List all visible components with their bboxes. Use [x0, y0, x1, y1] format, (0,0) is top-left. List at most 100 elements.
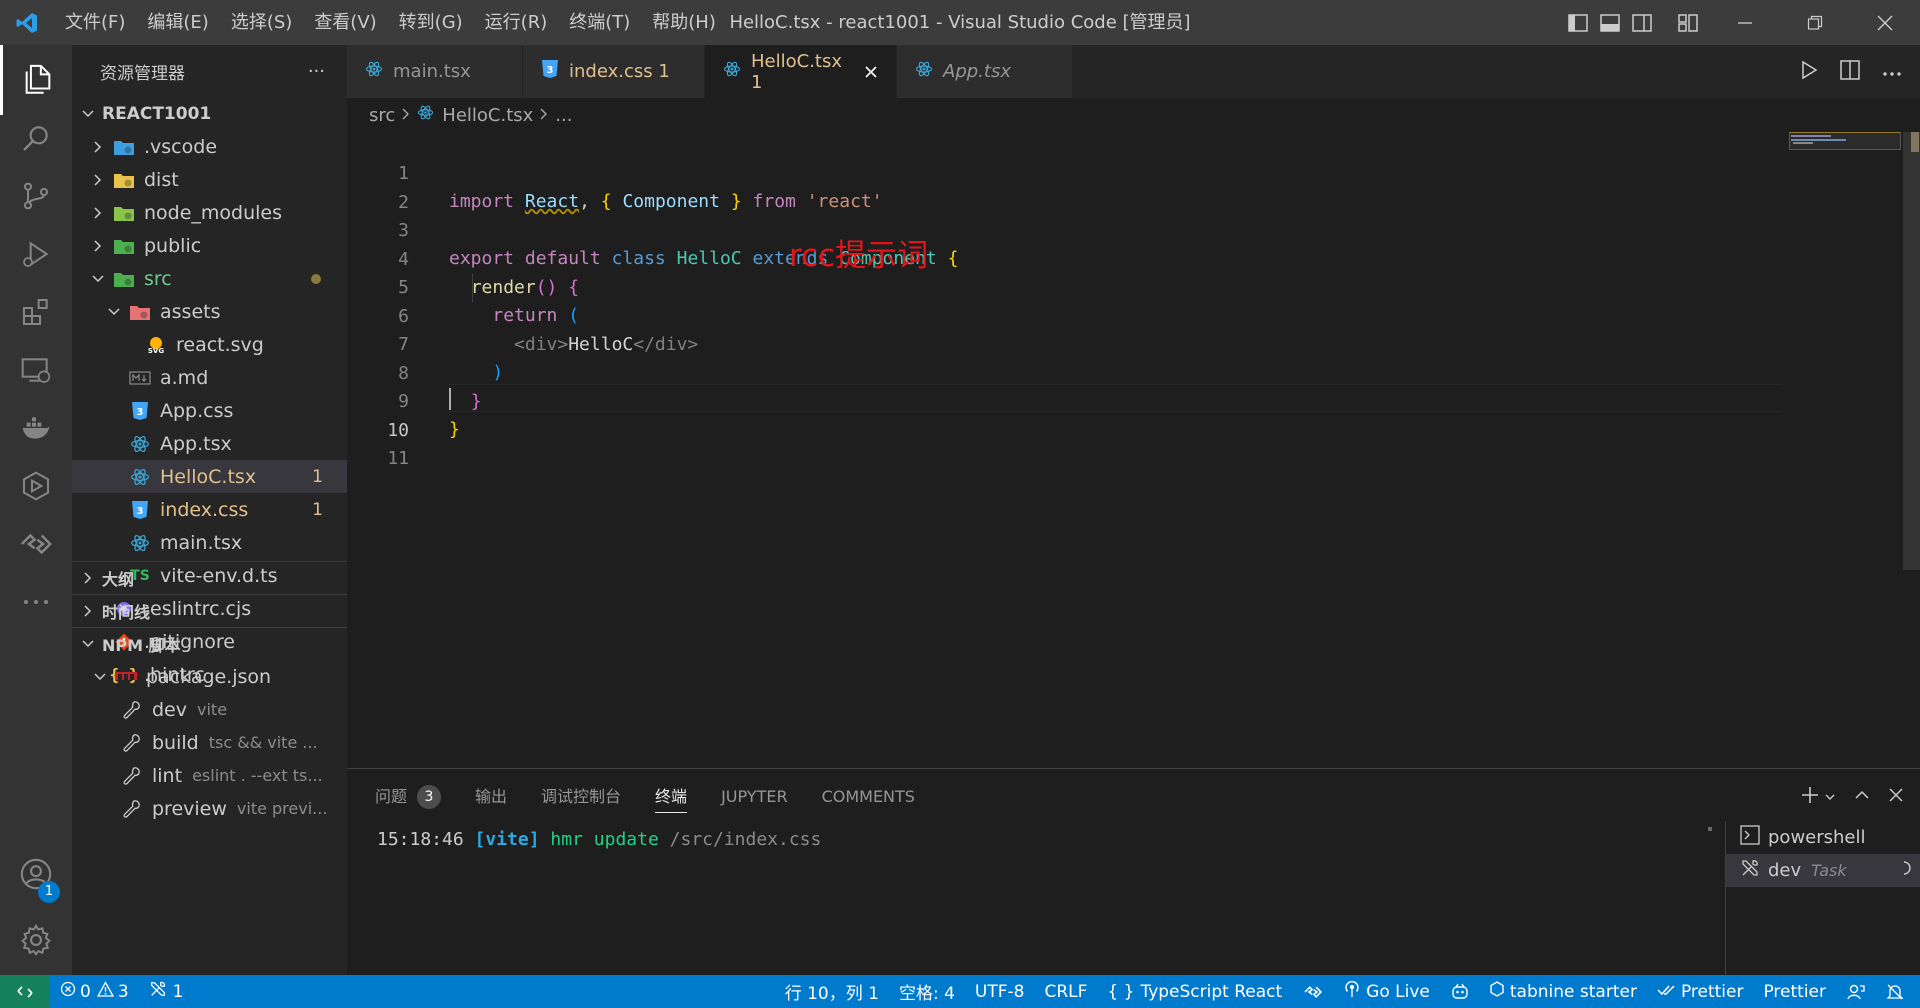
copilot-icon[interactable] [1440, 975, 1480, 1008]
tree-item-label: public [144, 234, 202, 257]
close-panel-icon[interactable] [1888, 787, 1904, 807]
prettier-check-label: Prettier [1680, 981, 1744, 1002]
settings-gear-icon[interactable] [0, 905, 72, 975]
terminal-output[interactable]: 15:18:46 [vite] hmr update /src/index.cs… [377, 829, 821, 850]
editor-scrollbar[interactable] [1903, 132, 1920, 570]
npm-script-dev[interactable]: dev vite [72, 693, 347, 726]
breadcrumb-folder[interactable]: src [369, 105, 395, 126]
run-file-icon[interactable] [1800, 60, 1818, 84]
tab-app-tsx[interactable]: App.tsx [897, 45, 1073, 98]
file-item-helloc-tsx[interactable]: HelloC.tsx 1 [72, 460, 347, 493]
feedback-icon[interactable] [1836, 975, 1876, 1008]
close-tab-icon[interactable] [862, 62, 880, 82]
toggle-panel-icon[interactable] [1594, 0, 1626, 45]
live-share-status-icon[interactable] [1292, 975, 1334, 1008]
explorer-title: 资源管理器 [100, 63, 185, 84]
npm-script-lint[interactable]: lint eslint . --ext ts... [72, 759, 347, 792]
indentation[interactable]: 空格: 4 [889, 975, 965, 1008]
css-icon: 3 [541, 59, 559, 84]
tab-main-tsx[interactable]: main.tsx [347, 45, 523, 98]
panel-tab-debug-console[interactable]: 调试控制台 [541, 769, 621, 825]
toggle-secondary-sidebar-icon[interactable] [1626, 0, 1658, 45]
package-json-label: package.json [146, 665, 272, 688]
tree-item-label: main.tsx [160, 531, 243, 554]
tab-helloc-tsx[interactable]: HelloC.tsx 1 [705, 45, 897, 98]
minimize-icon[interactable] [1710, 0, 1780, 45]
chevron-down-icon [90, 670, 110, 684]
close-window-icon[interactable] [1850, 0, 1920, 45]
file-item-index-css[interactable]: 3 index.css 1 [72, 493, 347, 526]
minimap[interactable] [1787, 132, 1920, 768]
menu-selection[interactable]: 选择(S) [220, 0, 303, 45]
more-views-icon[interactable] [0, 567, 72, 637]
svg-text:3: 3 [137, 407, 144, 418]
npm-script-build[interactable]: build tsc && vite ... [72, 726, 347, 759]
annotation-text: rcc提示词 [789, 238, 929, 274]
prettier-check-status[interactable]: Prettier [1647, 975, 1754, 1008]
file-item-react-svg[interactable]: SVG react.svg [72, 328, 347, 361]
problems-status[interactable]: 0 3 [50, 975, 139, 1008]
terminal-item-powershell[interactable]: powershell [1726, 821, 1920, 854]
menu-edit[interactable]: 编辑(E) [136, 0, 219, 45]
panel-tab-jupyter[interactable]: JUPYTER [721, 769, 788, 825]
code-line: 7 ) [347, 303, 1777, 383]
notifications-icon[interactable] [1876, 975, 1914, 1008]
ports-status[interactable]: 1 [139, 975, 194, 1008]
menu-help[interactable]: 帮助(H) [641, 0, 727, 45]
timeline-section[interactable]: 时间线 [72, 594, 347, 627]
npm-scripts-section[interactable]: NPM 脚本 [72, 627, 347, 660]
explorer-more-button[interactable]: ··· [308, 61, 325, 82]
problem-count-badge: 1 [312, 499, 323, 520]
code-editor[interactable]: 1 import React, { Component } from 'reac… [347, 132, 1920, 768]
warning-count: 3 [117, 981, 129, 1002]
file-item-a-md[interactable]: a.md [72, 361, 347, 394]
folder-item-assets[interactable]: assets [72, 295, 347, 328]
maximize-panel-icon[interactable] [1854, 787, 1870, 807]
menu-file[interactable]: 文件(F) [54, 0, 136, 45]
terminal-item-dev[interactable]: dev Task [1726, 854, 1920, 887]
accounts-icon[interactable]: 1 [0, 839, 72, 909]
panel-tab-problems[interactable]: 问题 3 [375, 769, 442, 825]
menu-terminal[interactable]: 终端(T) [558, 0, 641, 45]
panel-tab-comments[interactable]: COMMENTS [822, 769, 915, 825]
tools-icon [1740, 858, 1760, 883]
package-json-item[interactable]: package.json [72, 660, 347, 693]
toggle-primary-sidebar-icon[interactable] [1562, 0, 1594, 45]
menu-view[interactable]: 查看(V) [303, 0, 387, 45]
tree-item-label: index.css [160, 498, 249, 521]
npm-script-preview[interactable]: preview vite previ... [72, 792, 347, 825]
go-live-button[interactable]: Go Live [1334, 975, 1440, 1008]
encoding[interactable]: UTF-8 [965, 975, 1035, 1008]
file-item-app-tsx[interactable]: App.tsx [72, 427, 347, 460]
menu-go[interactable]: 转到(G) [388, 0, 474, 45]
folder-item-public[interactable]: public [72, 229, 347, 262]
breadcrumb-symbol[interactable]: ... [555, 105, 572, 126]
file-item-main-tsx[interactable]: main.tsx [72, 526, 347, 559]
new-terminal-icon[interactable] [1800, 785, 1820, 809]
folder-item-src[interactable]: src [72, 262, 347, 295]
end-of-line[interactable]: CRLF [1034, 975, 1097, 1008]
folder-item-vscode[interactable]: .vscode [72, 130, 347, 163]
menu-run[interactable]: 运行(R) [474, 0, 559, 45]
folder-item-node-modules[interactable]: node_modules [72, 196, 347, 229]
remote-indicator-icon[interactable] [0, 975, 50, 1008]
tabnine-status[interactable]: tabnine starter [1480, 975, 1647, 1008]
customize-layout-icon[interactable] [1672, 0, 1704, 45]
workspace-root[interactable]: REACT1001 [72, 97, 347, 130]
restore-icon[interactable] [1780, 0, 1850, 45]
outline-section[interactable]: 大纲 [72, 561, 347, 594]
panel-tab-terminal[interactable]: 终端 [655, 769, 688, 825]
tab-index-css[interactable]: 3 index.css 1 [523, 45, 705, 98]
breadcrumb-file[interactable]: HelloC.tsx [442, 105, 533, 126]
prettier-status[interactable]: Prettier [1753, 975, 1836, 1008]
npm-script-name: dev [152, 698, 187, 721]
cursor-position[interactable]: 行 10，列 1 [775, 975, 889, 1008]
file-item-app-css[interactable]: 3 App.css [72, 394, 347, 427]
tree-item-label: App.tsx [160, 432, 232, 455]
more-actions-icon[interactable] [1882, 62, 1902, 81]
split-editor-icon[interactable] [1840, 59, 1860, 84]
chevron-down-icon[interactable] [1824, 788, 1836, 807]
panel-tab-output[interactable]: 输出 [475, 769, 507, 825]
folder-item-dist[interactable]: dist [72, 163, 347, 196]
language-mode[interactable]: { } TypeScript React [1097, 975, 1292, 1008]
